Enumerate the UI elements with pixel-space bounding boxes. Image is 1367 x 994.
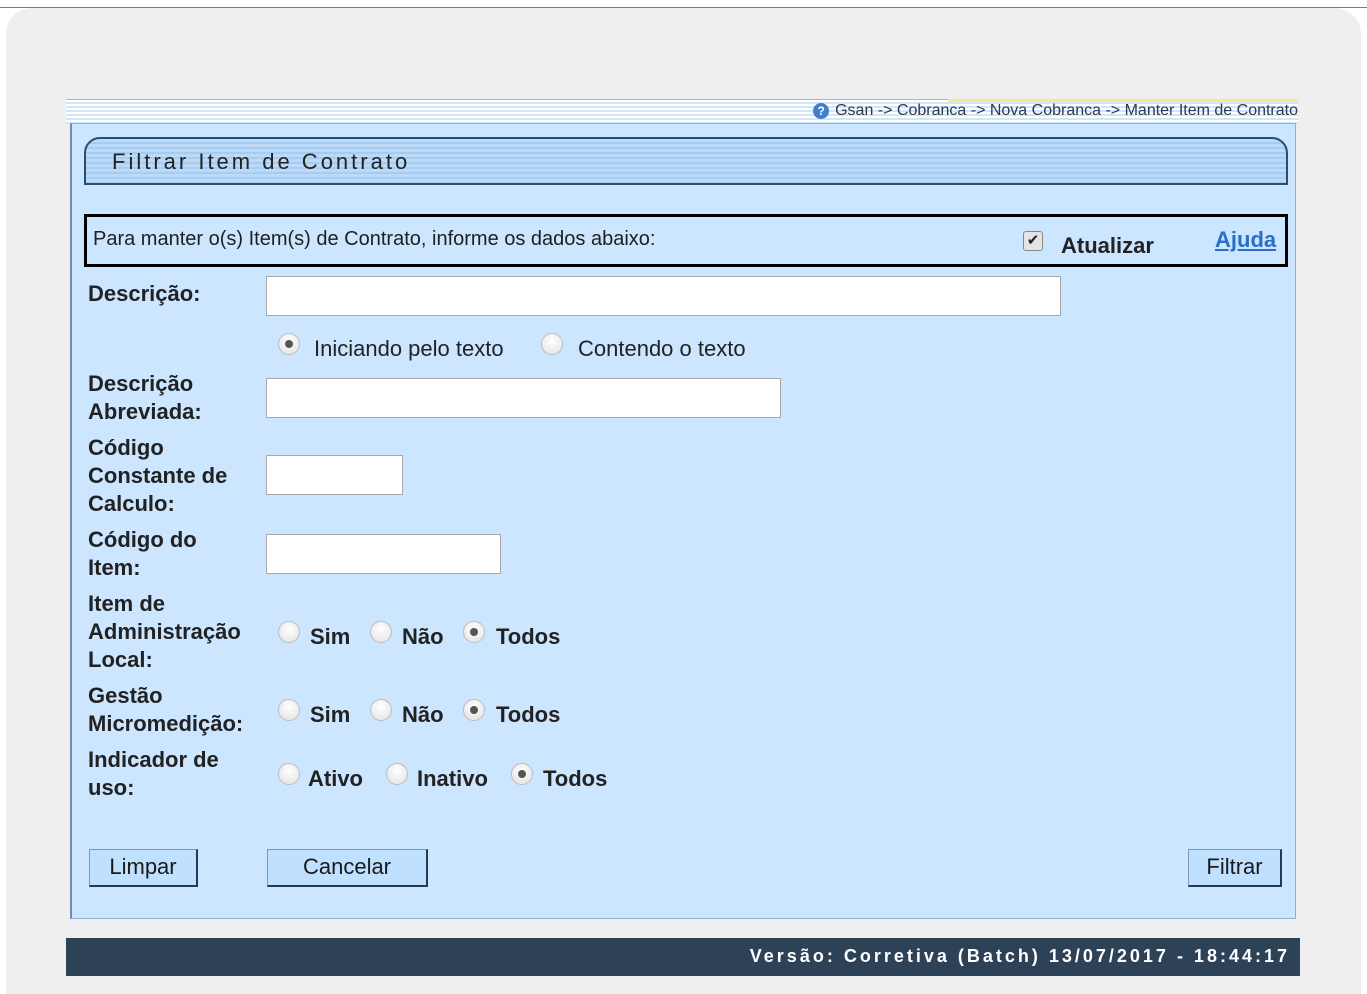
gestao-sim-label: Sim — [310, 702, 351, 727]
instruction-text: Para manter o(s) Item(s) de Contrato, in… — [93, 228, 656, 250]
cancelar-button[interactable]: Cancelar — [267, 849, 428, 887]
gestao-nao-radio[interactable] — [370, 699, 392, 721]
radio-contendo-label: Contendo o texto — [578, 336, 746, 361]
breadcrumb-text: Gsan -> Cobranca -> Nova Cobranca -> Man… — [835, 102, 1298, 119]
version-bar: Versão: Corretiva (Batch) 13/07/2017 - 1… — [66, 938, 1300, 976]
atualizar-checkbox[interactable]: ✔ — [1023, 231, 1043, 251]
limpar-button[interactable]: Limpar — [89, 849, 198, 887]
codigo-item-input[interactable] — [266, 534, 501, 574]
uso-ativo-radio[interactable] — [278, 763, 300, 785]
indicador-uso-label: Indicador de uso: — [88, 747, 219, 800]
descricao-abreviada-label: Descrição Abreviada: — [88, 371, 202, 424]
window-frame: ? Gsan -> Cobranca -> Nova Cobranca -> M… — [6, 8, 1361, 994]
item-admin-todos-radio[interactable] — [463, 621, 485, 643]
filter-panel: Filtrar Item de Contrato Para manter o(s… — [70, 123, 1296, 919]
item-admin-local-label: Item de Administração Local: — [88, 591, 241, 672]
codigo-constante-input[interactable] — [266, 455, 403, 495]
breadcrumb-bar: ? Gsan -> Cobranca -> Nova Cobranca -> M… — [66, 99, 1298, 124]
gestao-micromedicao-label: Gestão Micromedição: — [88, 683, 244, 736]
instruction-bar: Para manter o(s) Item(s) de Contrato, in… — [84, 214, 1288, 267]
descricao-abreviada-input[interactable] — [266, 378, 781, 418]
codigo-item-label: Código do Item: — [88, 527, 197, 580]
help-circle-icon: ? — [813, 103, 830, 119]
breadcrumb: ? Gsan -> Cobranca -> Nova Cobranca -> M… — [813, 102, 1298, 120]
item-admin-sim-label: Sim — [310, 624, 351, 649]
descricao-label: Descrição: — [88, 281, 201, 306]
uso-inativo-label: Inativo — [417, 766, 488, 791]
page-title: Filtrar Item de Contrato — [112, 149, 411, 174]
gestao-nao-label: Não — [402, 702, 444, 727]
item-admin-sim-radio[interactable] — [278, 621, 300, 643]
uso-todos-label: Todos — [543, 766, 608, 791]
descricao-input[interactable] — [266, 276, 1061, 316]
gestao-todos-radio[interactable] — [463, 699, 485, 721]
uso-ativo-label: Ativo — [308, 766, 363, 791]
atualizar-label: Atualizar — [1061, 233, 1154, 258]
item-admin-nao-radio[interactable] — [370, 621, 392, 643]
item-admin-nao-label: Não — [402, 624, 444, 649]
uso-todos-radio[interactable] — [511, 763, 533, 785]
version-text: Versão: Corretiva (Batch) 13/07/2017 - 1… — [749, 946, 1290, 966]
title-bar: Filtrar Item de Contrato — [84, 137, 1288, 185]
radio-iniciando-label: Iniciando pelo texto — [314, 336, 504, 361]
codigo-constante-label: Código Constante de Calculo: — [88, 435, 228, 516]
item-admin-todos-label: Todos — [496, 624, 561, 649]
gestao-sim-radio[interactable] — [278, 699, 300, 721]
uso-inativo-radio[interactable] — [386, 763, 408, 785]
help-link[interactable]: Ajuda — [1215, 227, 1276, 253]
gestao-todos-label: Todos — [496, 702, 561, 727]
radio-iniciando[interactable] — [278, 333, 300, 355]
radio-contendo[interactable] — [541, 333, 563, 355]
top-border — [0, 0, 1367, 8]
filtrar-button[interactable]: Filtrar — [1188, 849, 1282, 887]
